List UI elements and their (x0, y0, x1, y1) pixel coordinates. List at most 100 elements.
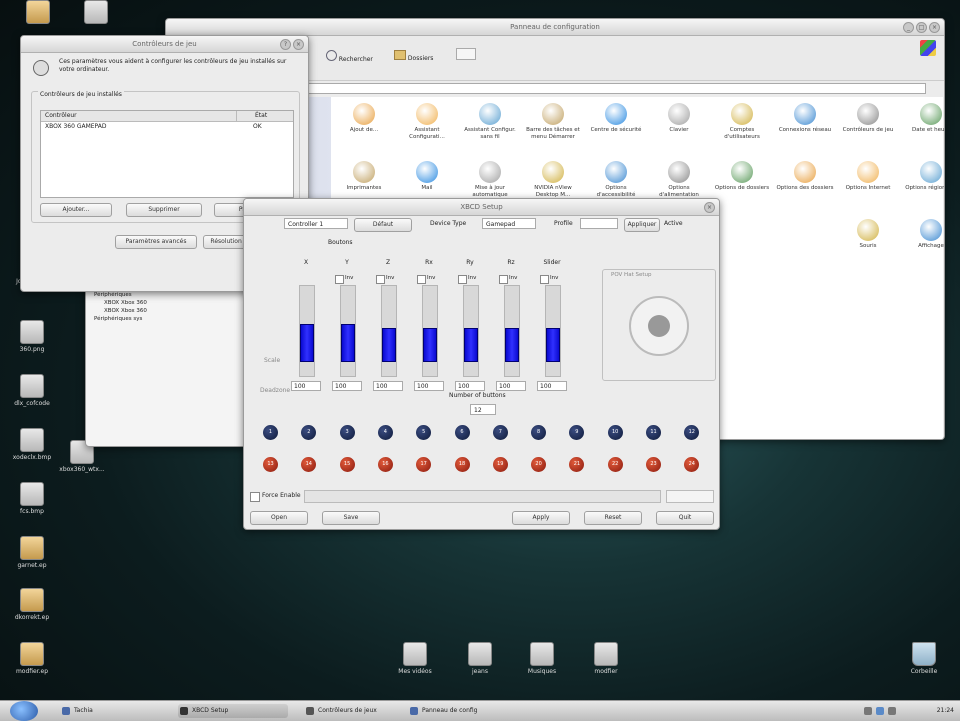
control-panel-item[interactable]: Assistant Configurati... (398, 103, 456, 141)
add-button[interactable]: Ajouter... (40, 203, 112, 217)
button-indicator[interactable]: 24 (684, 457, 700, 472)
button-indicator[interactable]: 17 (416, 457, 432, 472)
axis-scale-spinner[interactable]: 100 (537, 381, 567, 391)
control-panel-item[interactable]: Options d'alimentation (650, 161, 708, 199)
view-menu-button[interactable] (456, 48, 476, 60)
desktop-icon[interactable]: 360.png (2, 320, 62, 353)
invert-checkbox[interactable] (458, 275, 467, 284)
button-indicator[interactable]: 13 (263, 457, 278, 472)
tree-item[interactable]: Périphériques sys (94, 315, 147, 323)
invert-checkbox[interactable] (417, 275, 426, 284)
invert-checkbox[interactable] (376, 275, 385, 284)
number-of-buttons-spinner[interactable]: 12 (470, 404, 496, 415)
close-icon[interactable]: × (704, 202, 715, 213)
control-panel-item[interactable]: Options d'accessibilité (587, 161, 645, 199)
control-panel-item[interactable]: Options régionales (902, 161, 944, 192)
game-controllers-titlebar[interactable]: Contrôleurs de jeu ? × (21, 36, 308, 53)
axis-scale-spinner[interactable]: 100 (455, 381, 485, 391)
control-panel-item[interactable]: Options Internet (839, 161, 897, 192)
control-panel-item[interactable]: Clavier (650, 103, 708, 134)
axis-scale-spinner[interactable]: 100 (373, 381, 403, 391)
column-header-controller[interactable]: Contrôleur (45, 111, 77, 121)
invert-checkbox[interactable] (335, 275, 344, 284)
quit-button[interactable]: Quit (656, 511, 714, 525)
desktop-icon[interactable] (8, 0, 68, 26)
invert-checkbox[interactable] (499, 275, 508, 284)
column-header-status[interactable]: État (236, 111, 267, 121)
control-panel-item[interactable]: Souris (839, 219, 897, 250)
defaults-button[interactable]: Défaut (354, 218, 412, 232)
control-panel-item[interactable]: Mise à jour automatique (461, 161, 519, 199)
profile-select[interactable] (580, 218, 618, 229)
button-indicator[interactable]: 4 (377, 425, 393, 440)
button-indicator[interactable]: 22 (607, 457, 623, 472)
control-panel-item[interactable]: Barre des tâches et menu Démarrer (524, 103, 582, 141)
button-indicator[interactable]: 15 (339, 457, 355, 472)
button-indicator[interactable]: 12 (684, 425, 700, 440)
button-indicator[interactable]: 8 (531, 425, 547, 440)
axis-slider[interactable] (504, 285, 520, 377)
apply-button[interactable]: Apply (512, 511, 570, 525)
axis-slider[interactable] (545, 285, 561, 377)
button-indicator[interactable]: 3 (339, 425, 355, 440)
desktop-icon[interactable] (66, 0, 126, 26)
button-indicator[interactable]: 11 (646, 425, 661, 440)
close-icon[interactable]: × (293, 39, 304, 50)
save-button[interactable]: Save (322, 511, 380, 525)
close-icon[interactable]: × (929, 22, 940, 33)
axis-scale-spinner[interactable]: 100 (496, 381, 526, 391)
desktop-icon[interactable]: jeans (450, 642, 510, 675)
open-button[interactable]: Open (250, 511, 308, 525)
device-type-select[interactable]: Gamepad (482, 218, 536, 229)
tray-icon[interactable] (888, 707, 896, 715)
axis-slider[interactable] (340, 285, 356, 377)
force-enable-checkbox[interactable] (250, 492, 260, 502)
search-button[interactable]: Rechercher (326, 50, 373, 63)
maximize-icon[interactable]: □ (916, 22, 927, 33)
desktop-icon[interactable]: Mes vidéos (385, 642, 445, 675)
axis-scale-spinner[interactable]: 100 (332, 381, 362, 391)
taskbar-item[interactable]: XBCD Setup (178, 704, 288, 718)
desktop-icon[interactable]: modfier (576, 642, 636, 675)
control-panel-item[interactable]: Contrôleurs de jeu (839, 103, 897, 134)
desktop-icon[interactable]: dlx_cofcode (2, 374, 62, 407)
tree-item[interactable]: Périphériques (94, 291, 147, 299)
control-panel-item[interactable]: Connexions réseau (776, 103, 834, 134)
button-indicator[interactable]: 7 (492, 425, 508, 440)
reset-button[interactable]: Reset (584, 511, 642, 525)
button-indicator[interactable]: 16 (377, 457, 393, 472)
control-panel-item[interactable]: NVIDIA nView Desktop M... (524, 161, 582, 199)
table-row[interactable]: XBOX 360 GAMEPAD OK (41, 122, 293, 132)
desktop-icon[interactable]: garnet.ep (2, 536, 62, 569)
tab-buttons[interactable]: Boutons (328, 239, 353, 246)
axis-slider[interactable] (381, 285, 397, 377)
tree-item[interactable]: XBOX Xbox 360 (94, 307, 147, 315)
button-indicator[interactable]: 18 (454, 457, 470, 472)
control-panel-item[interactable]: Mail (398, 161, 456, 192)
axis-slider[interactable] (299, 285, 315, 377)
button-indicator[interactable]: 2 (301, 425, 317, 440)
control-panel-item[interactable]: Options de dossiers (713, 161, 771, 192)
button-indicator[interactable]: 14 (301, 457, 317, 472)
tray-icon[interactable] (864, 707, 872, 715)
control-panel-titlebar[interactable]: Panneau de configuration _ □ × (166, 19, 944, 36)
control-panel-item[interactable]: Options des dossiers (776, 161, 834, 192)
pov-hat-icon[interactable] (629, 296, 689, 356)
control-panel-item[interactable]: Imprimantes (335, 161, 393, 192)
button-indicator[interactable]: 10 (607, 425, 623, 440)
address-bar[interactable] (306, 83, 926, 94)
taskbar-item[interactable]: Tachia (60, 704, 160, 718)
button-indicator[interactable]: 1 (263, 425, 278, 440)
controllers-list[interactable]: Contrôleur État XBOX 360 GAMEPAD OK (40, 110, 294, 198)
control-panel-item[interactable]: Affichage (902, 219, 944, 250)
desktop-icon[interactable]: fcs.bmp (2, 482, 62, 515)
button-indicator[interactable]: 6 (454, 425, 470, 440)
taskbar-item[interactable]: Contrôleurs de jeux (304, 704, 404, 718)
control-panel-item[interactable]: Date et heure (902, 103, 944, 134)
xbcd-titlebar[interactable]: XBCD Setup × (244, 199, 719, 216)
button-indicator[interactable]: 23 (646, 457, 661, 472)
remove-button[interactable]: Supprimer (126, 203, 202, 217)
button-indicator[interactable]: 9 (569, 425, 585, 440)
xbcd-setup-window[interactable]: XBCD Setup × Controller 1 Défaut Device … (243, 198, 720, 530)
tree-item[interactable]: XBOX Xbox 360 (94, 299, 147, 307)
